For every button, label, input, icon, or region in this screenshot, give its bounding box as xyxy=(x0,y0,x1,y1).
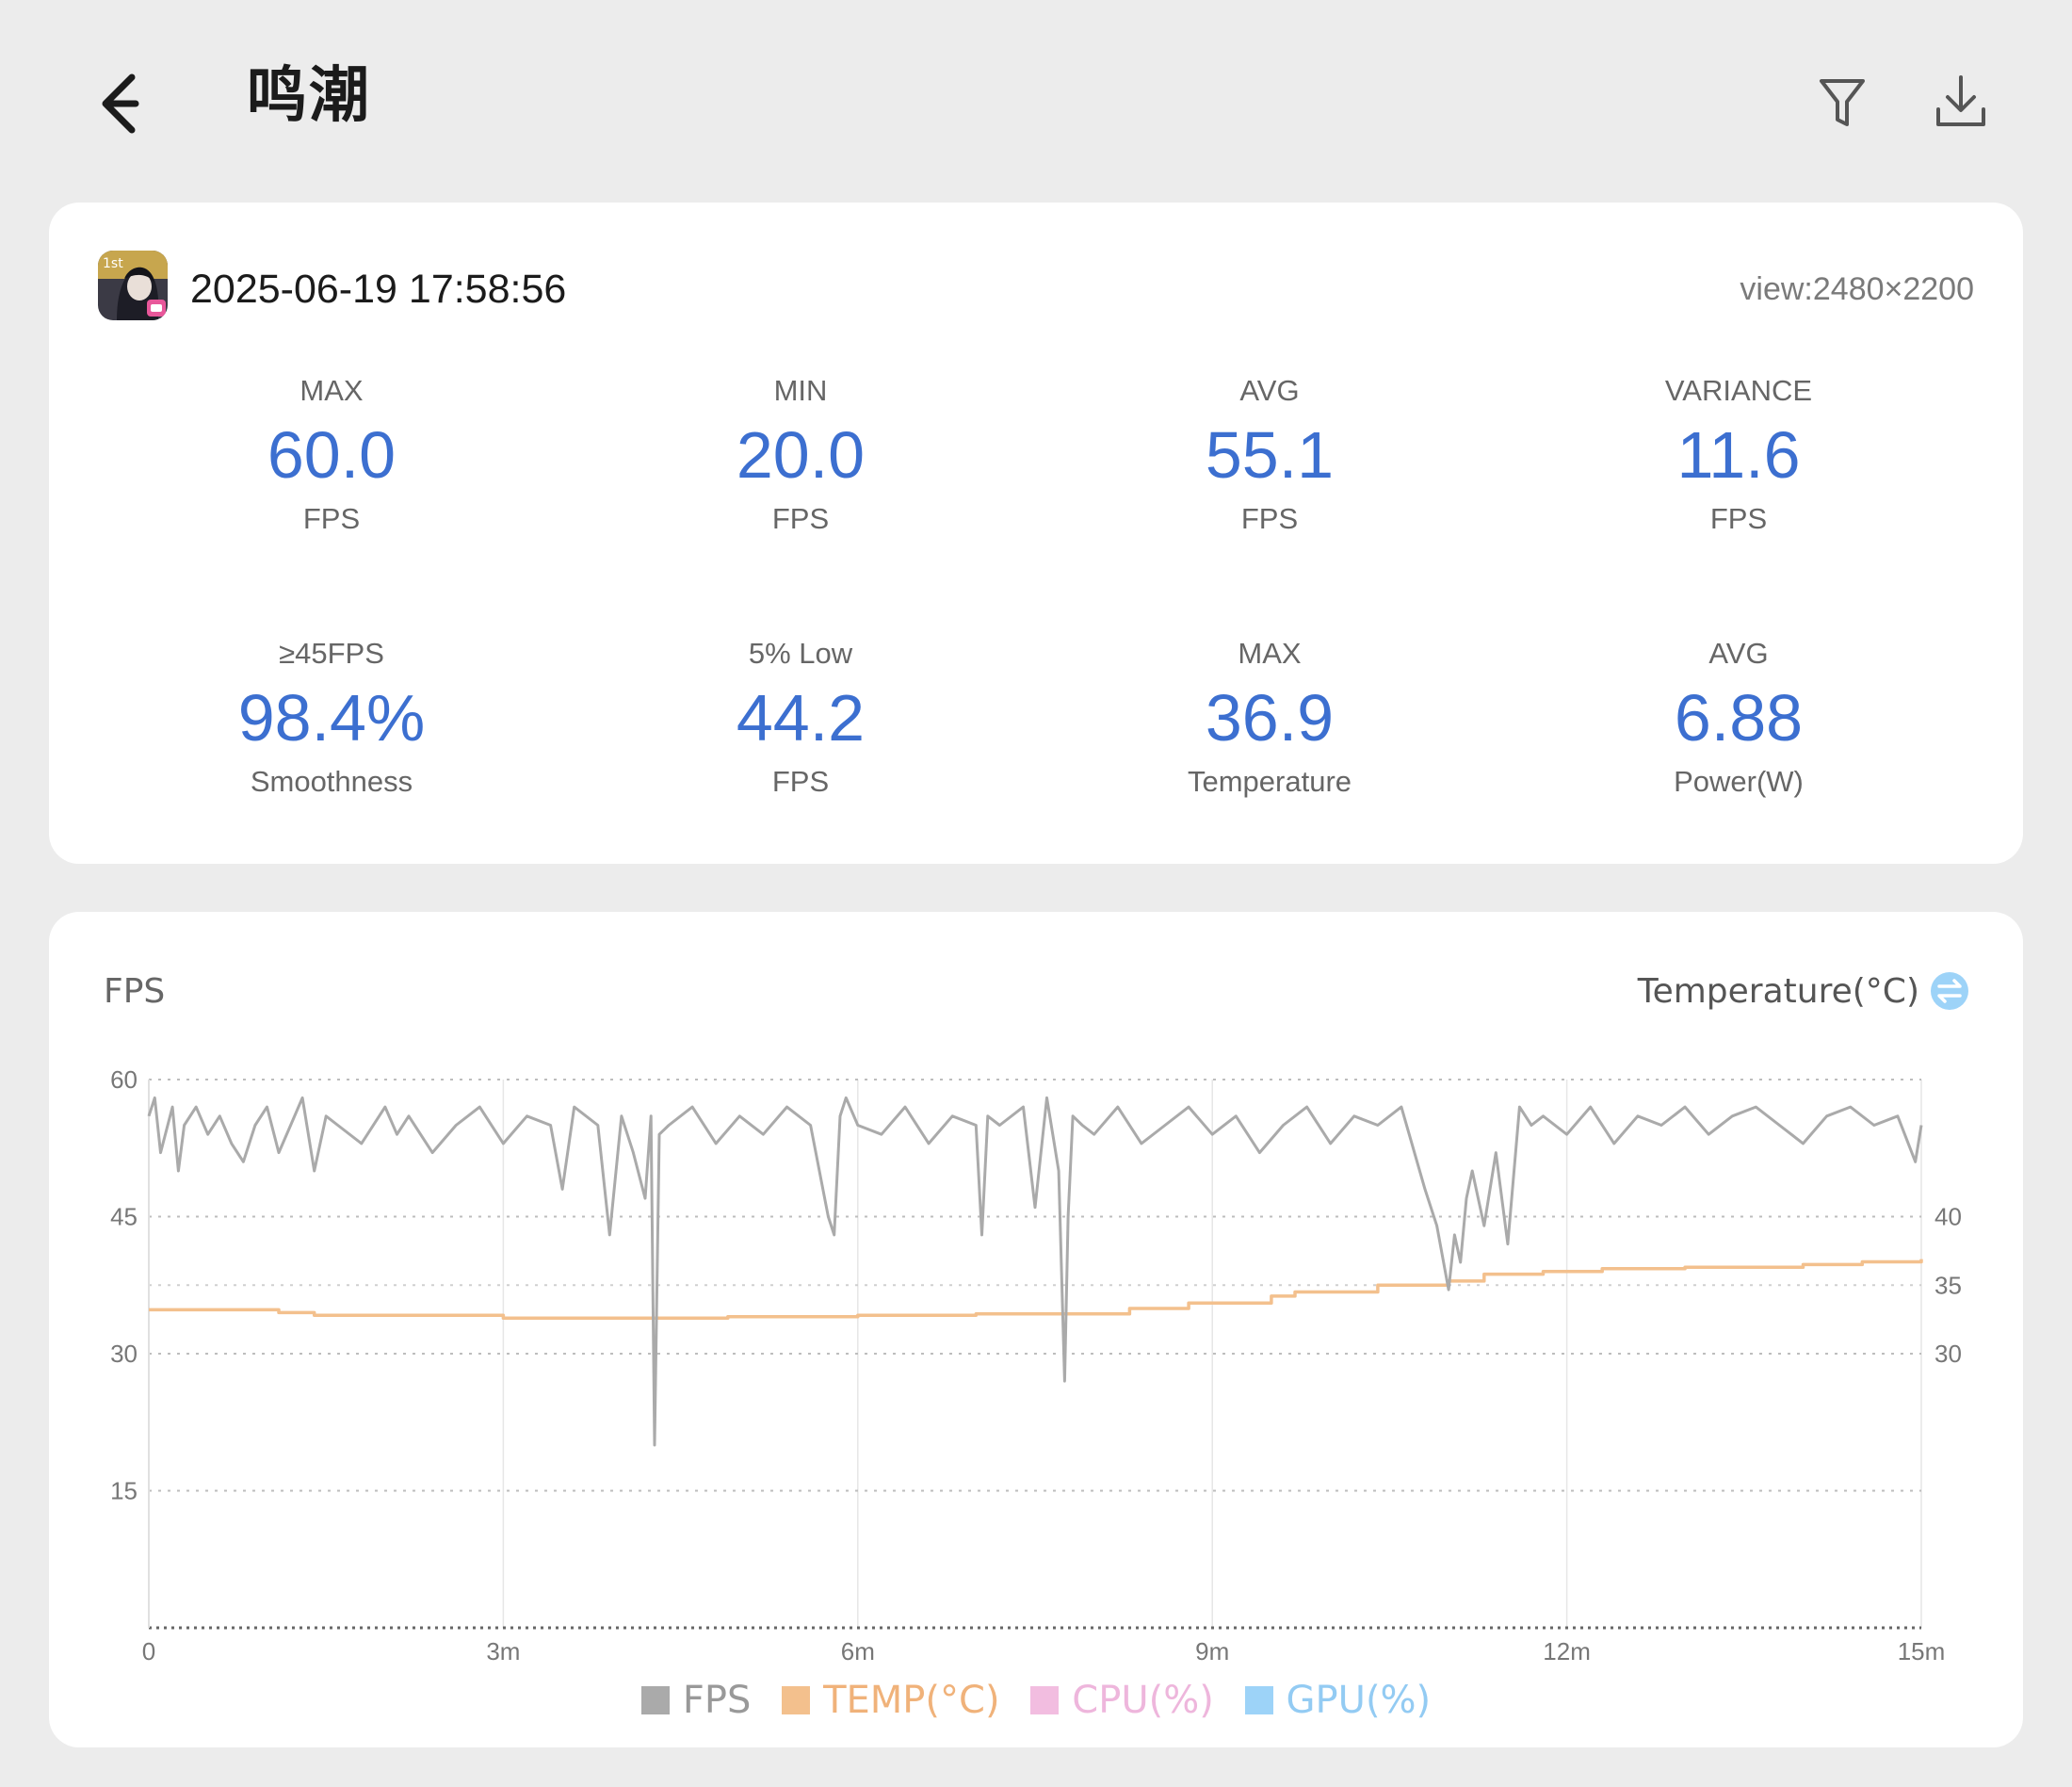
y-tick-label: 30 xyxy=(110,1340,138,1368)
x-tick-label: 0 xyxy=(142,1637,155,1665)
stat-label: AVG xyxy=(1239,374,1300,407)
stat-value: 55.1 xyxy=(1205,418,1335,492)
stat-avg-power: AVG 6.88 Power(W) xyxy=(1569,635,1908,801)
stat-5pct-low: 5% Low 44.2 FPS xyxy=(631,635,970,801)
legend-item-temp[interactable]: TEMP(°C) xyxy=(782,1677,1000,1724)
legend-label: FPS xyxy=(682,1679,752,1722)
stat-label: 5% Low xyxy=(748,637,853,670)
chart-card: FPS Temperature(°C) 0 3m 6m 9m 12m 15m 15 30 45 6… xyxy=(49,912,2023,1747)
x-tick-label: 9m xyxy=(1195,1637,1229,1665)
page-title: 鸣潮 xyxy=(247,61,371,131)
stat-unit: FPS xyxy=(1240,502,1299,535)
stat-label: VARIANCE xyxy=(1664,374,1813,407)
stat-value: 6.88 xyxy=(1674,681,1804,755)
legend-swatch xyxy=(782,1686,811,1714)
stat-label: AVG xyxy=(1708,637,1769,670)
legend-swatch xyxy=(640,1686,670,1714)
stat-label: ≥45FPS xyxy=(279,637,384,670)
filter-button[interactable] xyxy=(1808,68,1876,136)
stat-unit: FPS xyxy=(302,502,361,535)
stat-label: MAX xyxy=(1238,637,1302,670)
y-tick-label: 15 xyxy=(110,1477,138,1505)
legend-item-cpu[interactable]: CPU(%) xyxy=(1030,1677,1214,1724)
top-bar: 鸣潮 xyxy=(0,0,2072,188)
stat-unit: Power(W) xyxy=(1674,765,1804,798)
legend-label: TEMP(°C) xyxy=(823,1679,1000,1722)
y-tick-label: 60 xyxy=(110,1065,138,1094)
stat-unit: Smoothness xyxy=(250,765,413,798)
stat-label: MIN xyxy=(773,374,828,407)
stat-min-fps: MIN 20.0 FPS xyxy=(631,372,970,538)
stat-variance-fps: VARIANCE 11.6 FPS xyxy=(1569,372,1908,538)
x-tick-label: 6m xyxy=(841,1637,875,1665)
legend-label: GPU(%) xyxy=(1286,1679,1432,1722)
y2-tick-label: 30 xyxy=(1934,1340,1962,1368)
stat-unit: FPS xyxy=(1709,502,1768,535)
stat-value: 36.9 xyxy=(1205,681,1335,755)
summary-card: 1st 2025-06-19 17:58:56 view:2480×2200 M… xyxy=(49,203,2023,864)
back-button[interactable] xyxy=(75,57,179,151)
legend-label: CPU(%) xyxy=(1072,1679,1214,1722)
x-tick-label: 15m xyxy=(1898,1637,1946,1665)
legend-swatch xyxy=(1244,1686,1273,1714)
stat-value: 11.6 xyxy=(1676,418,1801,492)
filter-icon xyxy=(1820,79,1865,126)
fps-series-line xyxy=(147,1096,1923,1447)
download-icon xyxy=(1936,75,1985,126)
stat-unit: FPS xyxy=(771,502,830,535)
stat-unit: Temperature xyxy=(1187,765,1352,798)
y-tick-label: 45 xyxy=(110,1203,138,1231)
game-app-icon: 1st xyxy=(98,251,168,320)
stat-value: 98.4% xyxy=(237,681,426,755)
stat-max-fps: MAX 60.0 FPS xyxy=(162,372,501,538)
stat-label: MAX xyxy=(299,374,364,407)
y2-tick-label: 40 xyxy=(1934,1203,1962,1231)
stat-smoothness: ≥45FPS 98.4% Smoothness xyxy=(162,635,501,801)
stat-value: 44.2 xyxy=(736,681,866,755)
svg-text:1st: 1st xyxy=(103,256,123,271)
stat-value: 60.0 xyxy=(267,418,397,492)
stat-value: 20.0 xyxy=(736,418,866,492)
stat-unit: FPS xyxy=(771,765,830,798)
legend-swatch xyxy=(1030,1686,1060,1714)
x-tick-label: 3m xyxy=(486,1637,520,1665)
arrow-left-icon xyxy=(102,73,139,134)
stat-max-temperature: MAX 36.9 Temperature xyxy=(1100,635,1439,801)
session-datetime: 2025-06-19 17:58:56 xyxy=(190,267,567,312)
y2-tick-label: 35 xyxy=(1934,1271,1962,1299)
fps-temperature-chart: 0 3m 6m 9m 12m 15m 15 30 45 60 30 35 40 xyxy=(110,1065,1962,1665)
legend-item-gpu[interactable]: GPU(%) xyxy=(1244,1677,1432,1724)
download-button[interactable] xyxy=(1927,68,1995,136)
view-resolution: view:2480×2200 xyxy=(1740,271,1974,307)
stat-avg-fps: AVG 55.1 FPS xyxy=(1100,372,1439,538)
temp-series-line xyxy=(149,1259,1923,1320)
chart-legend: FPS TEMP(°C) CPU(%) GPU(%) xyxy=(49,1677,2023,1724)
legend-item-fps[interactable]: FPS xyxy=(640,1677,752,1724)
x-tick-label: 12m xyxy=(1543,1637,1591,1665)
